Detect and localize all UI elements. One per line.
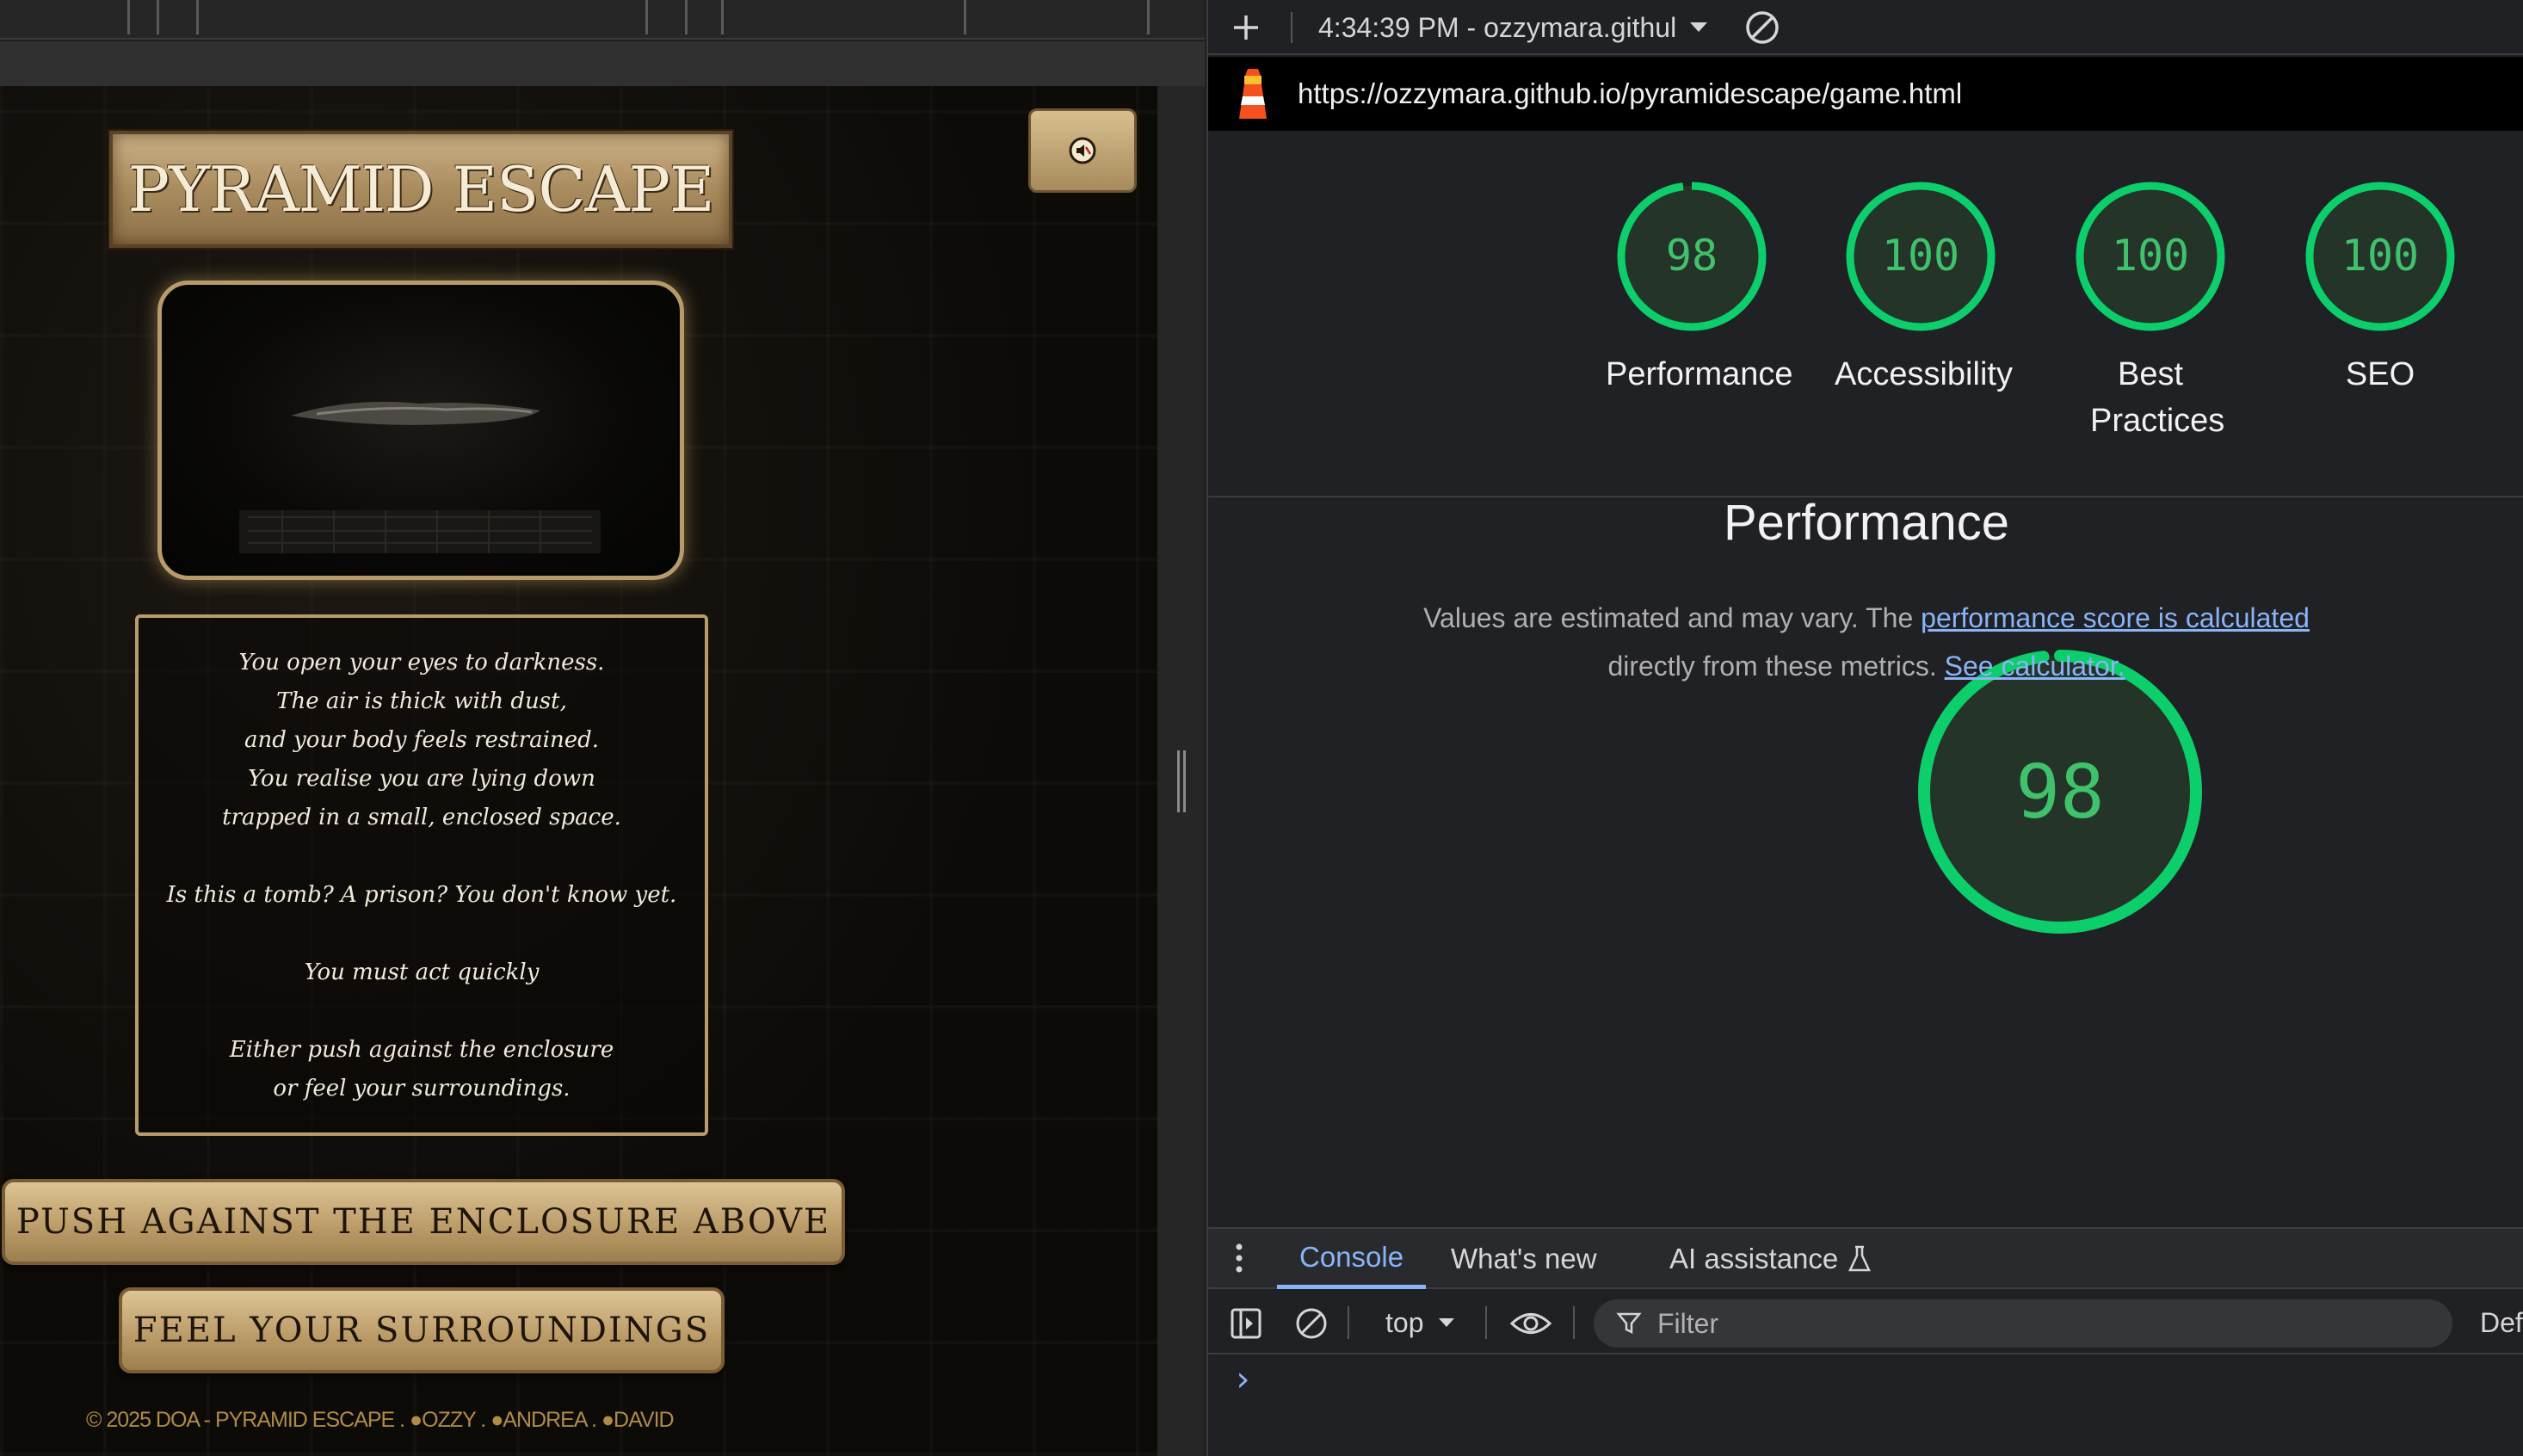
viewport-toolbar xyxy=(0,41,1205,86)
story-line: Either push against the enclosure xyxy=(229,1037,614,1063)
performance-note: Values are estimated and may vary. The p… xyxy=(1208,594,2523,690)
toolbar-separator xyxy=(1573,1306,1575,1339)
score-gauge-performance[interactable]: 98 Performance xyxy=(1606,179,1793,398)
ruler-tick xyxy=(157,0,159,34)
story-line: or feel your surroundings. xyxy=(273,1076,571,1101)
story-line: You realise you are lying down xyxy=(248,766,595,792)
context-selector-label: top xyxy=(1385,1306,1424,1338)
score-ring: 98 xyxy=(1617,182,1767,331)
ruler-tick xyxy=(645,0,648,34)
lighthouse-logo-icon xyxy=(1239,69,1267,119)
drawer-tab-bar: Console What's new AI assistance xyxy=(1208,1227,2523,1289)
story-line: The air is thick with dust, xyxy=(276,688,567,714)
toolbar-separator xyxy=(1348,1306,1349,1339)
game-title: PYRAMID ESCAPE xyxy=(127,153,715,225)
story-line: and your body feels restrained. xyxy=(244,727,600,753)
score-ring: 100 xyxy=(1846,182,1996,331)
score-value: 100 xyxy=(2112,231,2189,281)
story-line: Is this a tomb? A prison? You don't know… xyxy=(166,882,677,908)
score-gauge-seo[interactable]: 100 SEO xyxy=(2294,179,2466,398)
report-url-bar: https://ozzymara.github.io/pyramidescape… xyxy=(1208,57,2523,131)
ruler-tick xyxy=(685,0,688,34)
story-line: You open your eyes to darkness. xyxy=(238,650,605,676)
game-footer: © 2025 DOA - PYRAMID ESCAPE . ●OZZY . ●A… xyxy=(86,1408,675,1432)
feel-surroundings-button[interactable]: FEEL YOUR SURROUNDINGS xyxy=(119,1287,725,1373)
game-viewport: PYRAMID ESCAPE You open your eyes to dar… xyxy=(0,86,1157,1456)
push-enclosure-button[interactable]: PUSH AGAINST THE ENCLOSURE ABOVE xyxy=(2,1179,845,1265)
score-label: Accessibility xyxy=(1835,356,2013,392)
ruler-tick xyxy=(964,0,966,34)
left-ruler xyxy=(0,0,1205,40)
ruler-tick xyxy=(196,0,199,34)
score-value: 100 xyxy=(1882,231,1959,281)
toolbar-separator xyxy=(1291,12,1292,43)
tab-console[interactable]: Console xyxy=(1277,1229,1427,1289)
live-expression-eye-icon[interactable] xyxy=(1508,1305,1554,1342)
clear-reports-icon[interactable] xyxy=(1742,7,1783,48)
clear-console-icon[interactable] xyxy=(1292,1305,1330,1342)
performance-heading: Performance xyxy=(1723,495,2010,551)
console-filter-input[interactable]: Filter xyxy=(1594,1299,2452,1348)
score-calculation-link[interactable]: performance score is calculated xyxy=(1921,602,2310,633)
speaker-muted-icon xyxy=(1069,137,1096,164)
report-selector-label: 4:34:39 PM - ozzymara.githul xyxy=(1318,11,1677,43)
new-report-icon[interactable] xyxy=(1227,9,1265,46)
score-value: 98 xyxy=(1666,231,1718,281)
lighthouse-toolbar: 4:34:39 PM - ozzymara.githul xyxy=(1208,0,2523,55)
filter-icon xyxy=(1616,1312,1642,1335)
filter-placeholder: Filter xyxy=(1657,1307,1719,1339)
mummy-scene-illustration xyxy=(239,401,601,553)
note-text: Values are estimated and may vary. The xyxy=(1423,602,1922,633)
toolbar-separator xyxy=(1485,1306,1487,1339)
game-title-plaque: PYRAMID ESCAPE xyxy=(109,131,732,248)
report-url[interactable]: https://ozzymara.github.io/pyramidescape… xyxy=(1298,77,1962,110)
console-output[interactable]: › xyxy=(1208,1356,2523,1456)
sidebar-toggle-icon[interactable] xyxy=(1227,1305,1265,1342)
story-gap xyxy=(139,992,705,1031)
ruler-tick xyxy=(127,0,130,34)
ruler-tick xyxy=(1147,0,1150,34)
log-levels-dropdown[interactable]: Def xyxy=(2480,1291,2523,1354)
story-line: trapped in a small, enclosed space. xyxy=(222,805,621,830)
score-label: Best Practices xyxy=(2090,356,2225,439)
note-text: directly from these metrics. xyxy=(1607,651,1945,682)
score-gauge-accessibility[interactable]: 100 Accessibility xyxy=(1835,179,2013,398)
score-label: Performance xyxy=(1606,356,1793,392)
scene-image xyxy=(157,281,684,580)
mute-button[interactable] xyxy=(1028,108,1137,193)
score-value: 100 xyxy=(2341,231,2419,281)
ruler-tick xyxy=(721,0,724,34)
context-selector[interactable]: top xyxy=(1385,1291,1456,1354)
score-gauge-best-practices[interactable]: 100 Best Practices xyxy=(2064,179,2236,444)
story-gap xyxy=(139,837,705,876)
tab-ai-assistance[interactable]: AI assistance xyxy=(1669,1229,1872,1289)
score-ring: 100 xyxy=(2305,182,2455,331)
performance-big-score: 98 xyxy=(2015,750,2105,836)
score-ring: 100 xyxy=(2076,182,2225,331)
tab-whats-new[interactable]: What's new xyxy=(1451,1229,1597,1289)
story-gap xyxy=(139,915,705,953)
devtools-panel: 4:34:39 PM - ozzymara.githul https://ozz… xyxy=(1206,0,2523,1456)
story-line: You must act quickly xyxy=(304,959,540,985)
flask-icon xyxy=(1848,1245,1872,1272)
console-toolbar: top Filter Def xyxy=(1208,1291,2523,1354)
drawer-menu-icon[interactable] xyxy=(1231,1241,1248,1275)
score-label: SEO xyxy=(2345,356,2415,392)
console-prompt: › xyxy=(1232,1360,1254,1399)
story-text-box: You open your eyes to darkness. The air … xyxy=(135,614,708,1136)
see-calculator-link[interactable]: See calculator. xyxy=(1945,651,2125,682)
tab-ai-assistance-label: AI assistance xyxy=(1669,1243,1839,1274)
screen: PYRAMID ESCAPE You open your eyes to dar… xyxy=(0,0,2523,1456)
dropdown-arrow-icon xyxy=(1439,1318,1455,1327)
report-selector[interactable]: 4:34:39 PM - ozzymara.githul xyxy=(1318,0,1709,55)
score-summary: 98 Performance 100 Accessibility 100 Best Pra… xyxy=(1208,131,2523,497)
dropdown-arrow-icon xyxy=(1690,22,1708,32)
panel-resize-handle[interactable] xyxy=(1177,750,1186,812)
